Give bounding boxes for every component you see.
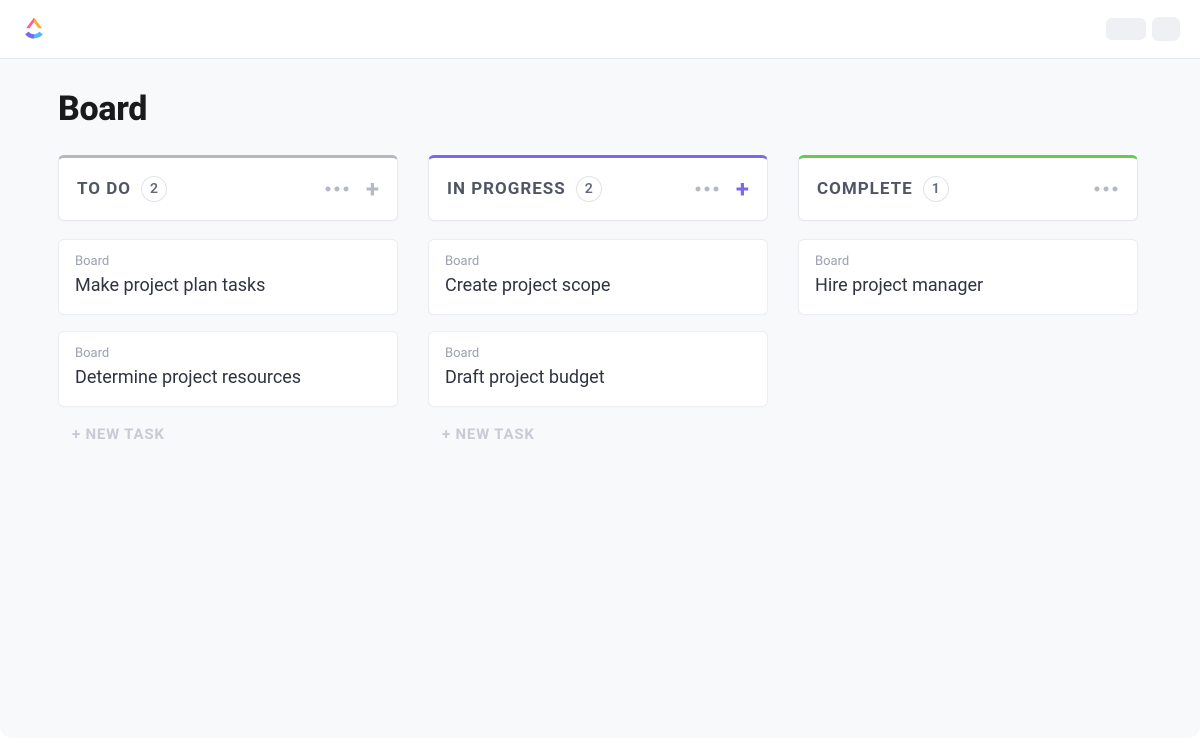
app-window: Board TO DO 2 +: [0, 0, 1200, 738]
card-title: Create project scope: [445, 275, 751, 296]
card-title: Draft project budget: [445, 367, 751, 388]
task-card[interactable]: Board Make project plan tasks: [58, 239, 398, 315]
task-card[interactable]: Board Create project scope: [428, 239, 768, 315]
column-todo: TO DO 2 + Board Make project plan tasks: [58, 155, 398, 447]
content-area: Board TO DO 2 +: [0, 59, 1200, 738]
column-in-progress: IN PROGRESS 2 + Board Create project sco…: [428, 155, 768, 447]
task-card[interactable]: Board Draft project budget: [428, 331, 768, 407]
more-options-icon[interactable]: [1093, 180, 1119, 198]
column-header-todo[interactable]: TO DO 2 +: [58, 155, 398, 221]
more-options-icon[interactable]: [694, 180, 720, 198]
topbar-placeholder-button-1[interactable]: [1106, 18, 1146, 40]
column-count-badge: 2: [576, 176, 602, 202]
add-task-icon[interactable]: +: [366, 177, 379, 201]
add-task-icon[interactable]: +: [736, 177, 749, 201]
column-count-badge: 2: [141, 176, 167, 202]
card-tag: Board: [445, 254, 751, 269]
column-complete: COMPLETE 1 Board Hire project manager: [798, 155, 1138, 447]
topbar-right: [1106, 17, 1180, 41]
card-title: Hire project manager: [815, 275, 1121, 296]
cards-list-todo: Board Make project plan tasks Board Dete…: [58, 239, 398, 407]
cards-list-in-progress: Board Create project scope Board Draft p…: [428, 239, 768, 407]
new-task-button[interactable]: + NEW TASK: [58, 421, 398, 447]
task-card[interactable]: Board Determine project resources: [58, 331, 398, 407]
topbar-placeholder-button-2[interactable]: [1152, 17, 1180, 41]
card-tag: Board: [75, 254, 381, 269]
column-title: TO DO: [77, 179, 131, 199]
task-card[interactable]: Board Hire project manager: [798, 239, 1138, 315]
app-logo[interactable]: [20, 15, 48, 43]
card-tag: Board: [75, 346, 381, 361]
column-title: COMPLETE: [817, 179, 913, 199]
more-options-icon[interactable]: [324, 180, 350, 198]
page-title: Board: [58, 89, 1142, 129]
board-columns: TO DO 2 + Board Make project plan tasks: [58, 155, 1142, 447]
column-count-badge: 1: [923, 176, 949, 202]
card-title: Make project plan tasks: [75, 275, 381, 296]
column-header-in-progress[interactable]: IN PROGRESS 2 +: [428, 155, 768, 221]
clickup-logo-icon: [20, 15, 48, 43]
column-title: IN PROGRESS: [447, 179, 566, 199]
cards-list-complete: Board Hire project manager: [798, 239, 1138, 315]
card-tag: Board: [445, 346, 751, 361]
card-title: Determine project resources: [75, 367, 381, 388]
card-tag: Board: [815, 254, 1121, 269]
column-header-complete[interactable]: COMPLETE 1: [798, 155, 1138, 221]
topbar: [0, 0, 1200, 59]
new-task-button[interactable]: + NEW TASK: [428, 421, 768, 447]
